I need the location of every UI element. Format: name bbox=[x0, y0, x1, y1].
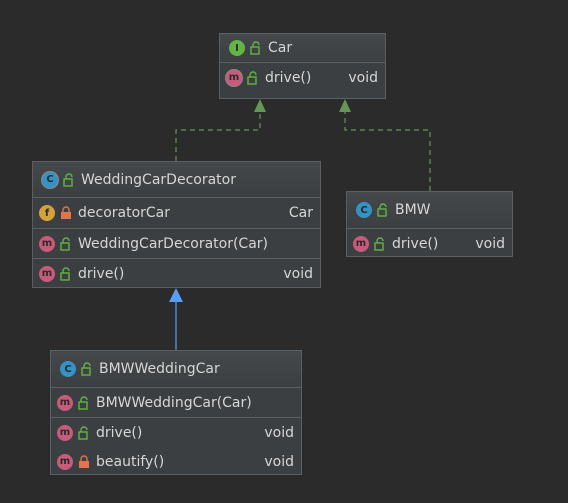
interface-icon: I bbox=[229, 40, 245, 56]
class-icon: C bbox=[60, 361, 76, 377]
return-type: void bbox=[264, 424, 294, 441]
generalization-arrowhead bbox=[169, 288, 183, 302]
method-icon: m bbox=[39, 265, 55, 282]
method-row-drive[interactable]: m drive() void bbox=[220, 63, 385, 92]
return-type: void bbox=[283, 265, 313, 282]
field-type: Car bbox=[288, 205, 313, 221]
method-row-drive[interactable]: m drive() void bbox=[33, 258, 320, 288]
class-name: WeddingCarDecorator bbox=[81, 171, 236, 188]
class-header-bmw: C BMW bbox=[347, 192, 512, 229]
class-name: Car bbox=[268, 40, 293, 56]
method-name: drive() bbox=[392, 235, 439, 252]
field-row-decoratorcar[interactable]: f decoratorCar Car bbox=[33, 198, 320, 228]
public-lock-icon bbox=[250, 41, 260, 55]
class-box-bmw[interactable]: C BMW m drive() void bbox=[346, 191, 513, 257]
method-icon: m bbox=[57, 424, 73, 441]
method-name: drive() bbox=[78, 265, 125, 282]
class-name: BMW bbox=[395, 202, 431, 218]
abstract-class-icon: C bbox=[42, 171, 58, 188]
private-lock-icon bbox=[61, 206, 71, 219]
method-row-drive[interactable]: m drive() void bbox=[347, 229, 512, 258]
constructor-row-bmwweddingcar[interactable]: m BMWWeddingCar(Car) bbox=[51, 388, 301, 417]
public-lock-icon bbox=[60, 266, 70, 281]
realization-arrowhead-left bbox=[254, 99, 266, 112]
realization-edge-bmw-car bbox=[344, 104, 431, 191]
constructor-row-weddingcardecorator[interactable]: m WeddingCarDecorator(Car) bbox=[33, 228, 320, 258]
public-lock-icon bbox=[81, 362, 91, 376]
realization-arrowhead-right bbox=[339, 99, 351, 112]
method-name: drive() bbox=[265, 69, 312, 86]
public-lock-icon bbox=[374, 236, 384, 251]
public-lock-icon bbox=[78, 395, 88, 410]
class-icon: C bbox=[356, 202, 372, 218]
method-row-drive[interactable]: m drive() void bbox=[51, 417, 301, 447]
field-icon: f bbox=[39, 205, 55, 221]
field-name: decoratorCar bbox=[78, 205, 171, 221]
public-lock-icon bbox=[377, 203, 387, 217]
class-box-bmwweddingcar[interactable]: C BMWWeddingCar m BMWWeddingCar(Car) m d… bbox=[50, 350, 302, 475]
method-icon: m bbox=[39, 235, 55, 252]
realization-edge-weddingcardecorator-car bbox=[175, 104, 261, 161]
class-header-car: I Car bbox=[220, 34, 385, 63]
class-header-bmwweddingcar: C BMWWeddingCar bbox=[51, 351, 301, 388]
method-icon: m bbox=[353, 235, 369, 252]
method-icon: m bbox=[57, 453, 73, 470]
public-lock-icon bbox=[63, 172, 73, 187]
public-lock-icon bbox=[78, 425, 88, 440]
method-row-beautify[interactable]: m beautify() void bbox=[51, 447, 301, 476]
return-type: void bbox=[264, 453, 294, 470]
class-header-weddingcardecorator: C WeddingCarDecorator bbox=[33, 162, 320, 198]
abstract-method-icon: m bbox=[226, 69, 242, 86]
constructor-name: WeddingCarDecorator(Car) bbox=[78, 235, 269, 252]
class-box-weddingcardecorator[interactable]: C WeddingCarDecorator f decoratorCar Car… bbox=[32, 161, 321, 288]
public-lock-icon bbox=[60, 236, 70, 251]
method-icon: m bbox=[57, 394, 73, 411]
private-lock-icon bbox=[79, 454, 89, 468]
constructor-name: BMWWeddingCar(Car) bbox=[96, 394, 252, 411]
class-name: BMWWeddingCar bbox=[99, 361, 220, 377]
class-box-car[interactable]: I Car m drive() void bbox=[219, 33, 386, 99]
public-lock-icon bbox=[247, 70, 257, 85]
method-name: drive() bbox=[96, 424, 143, 441]
return-type: void bbox=[348, 69, 378, 86]
return-type: void bbox=[475, 235, 505, 252]
method-name: beautify() bbox=[96, 453, 165, 470]
